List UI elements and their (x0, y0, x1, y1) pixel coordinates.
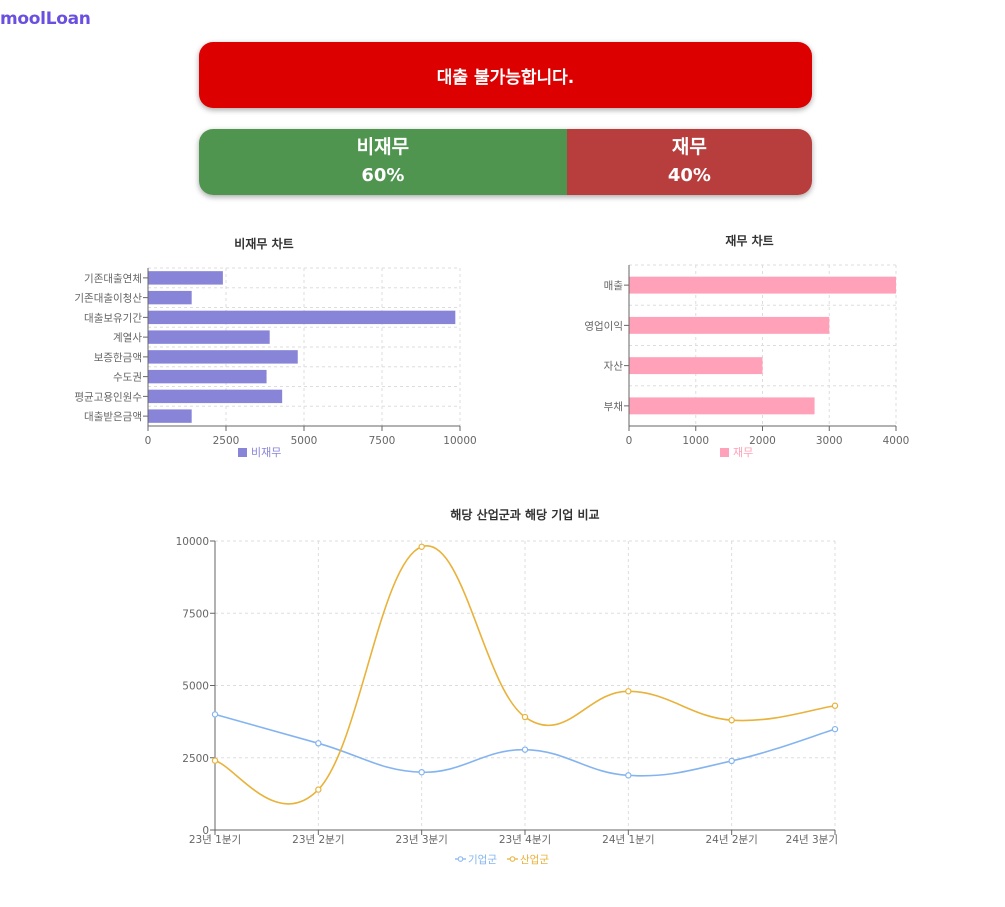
data-point (521, 713, 529, 721)
y-tick-label: 자산 (604, 361, 624, 373)
data-point (211, 711, 219, 718)
x-tick-label: 2500 (213, 435, 240, 447)
y-tick-label: 7500 (182, 608, 209, 620)
x-tick-label: 24년 3분기 (786, 834, 838, 846)
legend-swatch (238, 448, 247, 457)
data-point (211, 757, 219, 764)
y-tick-label: 계열사 (113, 332, 142, 344)
data-point (625, 688, 632, 695)
chart-title: 해당 산업군과 해당 기업 비교 (450, 507, 599, 522)
y-tick-label: 기존대출연체 (84, 273, 142, 285)
chart-title: 비재무 차트 (234, 236, 293, 251)
x-tick-label: 4000 (883, 435, 910, 447)
data-point (728, 716, 735, 724)
y-tick-label: 10000 (176, 536, 209, 548)
y-tick-label: 평균고용인원수 (74, 391, 142, 403)
bar (148, 409, 192, 423)
x-tick-label: 23년 1분기 (189, 834, 241, 846)
bar (629, 397, 815, 415)
x-tick-label: 7500 (369, 435, 396, 447)
x-tick-label: 23년 4분기 (499, 834, 551, 846)
y-tick-label: 수도권 (113, 372, 142, 384)
legend-label: 재무 (733, 446, 753, 459)
legend-swatch (720, 448, 729, 457)
y-tick-label: 5000 (182, 681, 209, 693)
y-tick-label: 매출 (604, 280, 624, 292)
y-tick-label: 부채 (604, 401, 623, 413)
bar (629, 357, 763, 375)
legend-label: 비재무 (251, 446, 281, 459)
bar (148, 389, 283, 404)
data-point (831, 725, 839, 733)
bar (148, 330, 270, 344)
bar (148, 271, 223, 285)
y-tick-label: 기존대출이청산 (74, 293, 142, 305)
x-tick-label: 5000 (291, 435, 318, 447)
charts-canvas: 비재무 차트기존대출연체기존대출이청산대출보유기간계열사보증한금액수도권평균고용… (74, 233, 910, 866)
bar (148, 369, 267, 384)
x-tick-label: 3000 (816, 435, 843, 447)
bar (629, 316, 830, 334)
bar (148, 350, 298, 364)
x-tick-label: 24년 2분기 (705, 834, 757, 846)
x-tick-label: 0 (145, 435, 152, 447)
legend-label: 기업군 (468, 853, 497, 866)
data-point (418, 769, 425, 776)
data-point (728, 757, 735, 765)
x-tick-label: 0 (626, 435, 633, 447)
data-point (521, 746, 529, 753)
bar (148, 310, 456, 325)
bar (148, 290, 192, 305)
x-tick-label: 23년 3분기 (395, 834, 447, 846)
legend-swatch-marker (457, 856, 464, 862)
y-tick-label: 대출받은금액 (84, 411, 142, 423)
y-tick-label: 영업이익 (584, 319, 623, 332)
chart-title: 재무 차트 (725, 233, 773, 248)
y-tick-label: 대출보유기간 (84, 312, 142, 324)
data-point (831, 702, 839, 709)
legend-swatch-marker (509, 856, 516, 862)
x-tick-label: 1000 (682, 435, 709, 447)
legend-label: 산업군 (520, 853, 549, 866)
data-point (315, 740, 322, 747)
data-point (315, 786, 322, 793)
x-tick-label: 24년 1분기 (602, 834, 654, 846)
x-tick-label: 10000 (443, 435, 476, 447)
y-tick-label: 2500 (182, 753, 209, 765)
y-tick-label: 보증한금액 (94, 352, 142, 364)
data-point (418, 543, 425, 550)
bar (629, 276, 896, 294)
x-tick-label: 23년 2분기 (292, 834, 344, 846)
data-point (625, 772, 632, 779)
